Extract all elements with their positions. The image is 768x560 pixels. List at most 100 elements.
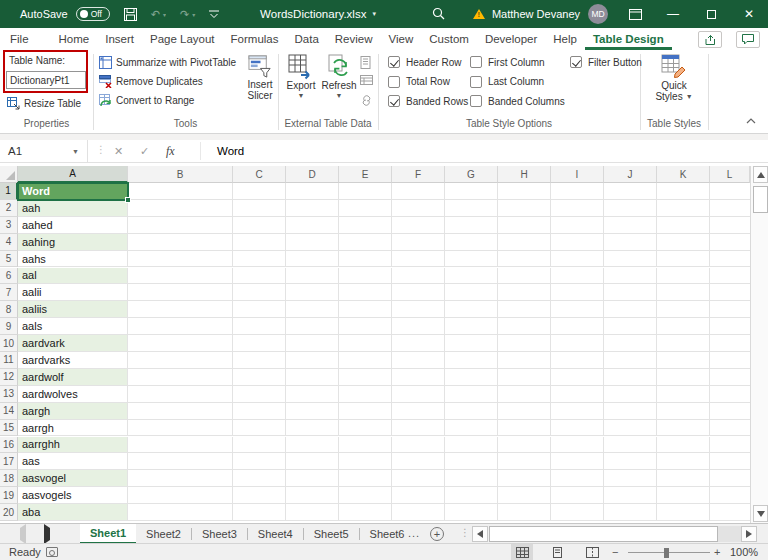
- fill-handle[interactable]: [125, 197, 131, 203]
- vertical-scrollbar-thumb[interactable]: [753, 186, 768, 213]
- tab-file[interactable]: File: [2, 28, 37, 50]
- cell-b14[interactable]: [128, 403, 233, 420]
- formula-input[interactable]: Word: [217, 140, 244, 162]
- normal-view-button[interactable]: [511, 544, 533, 560]
- row-header-4[interactable]: 4: [0, 234, 18, 251]
- cell-b1[interactable]: [128, 183, 233, 200]
- minimize-button[interactable]: —: [654, 0, 692, 28]
- cell-a18[interactable]: aasvogel: [18, 470, 128, 487]
- cell-a16[interactable]: aarrghh: [18, 437, 128, 454]
- row-header-14[interactable]: 14: [0, 403, 18, 420]
- scroll-up-button[interactable]: [753, 166, 768, 183]
- hscroll-right-button[interactable]: [741, 526, 757, 542]
- cell-b12[interactable]: [128, 369, 233, 386]
- cell-a13[interactable]: aardwolves: [18, 386, 128, 403]
- document-title[interactable]: WordsDictionary.xlsx: [260, 8, 366, 20]
- sheet-tab-sheet2[interactable]: Sheet2: [136, 524, 191, 544]
- tab-custom[interactable]: Custom: [421, 28, 477, 50]
- row-header-2[interactable]: 2: [0, 200, 18, 217]
- row-15-cells[interactable]: [233, 420, 750, 437]
- row-4-cells[interactable]: [233, 234, 750, 251]
- checkbox-banded-columns[interactable]: Banded Columns: [470, 95, 565, 107]
- column-header-g[interactable]: G: [445, 166, 498, 183]
- column-header-f[interactable]: F: [392, 166, 445, 183]
- cell-a15[interactable]: aarrgh: [18, 420, 128, 437]
- checkbox-box[interactable]: [470, 76, 482, 88]
- row-5-cells[interactable]: [233, 251, 750, 268]
- sheet-tab-sheet3[interactable]: Sheet3: [192, 524, 247, 544]
- search-icon[interactable]: [432, 7, 445, 22]
- cell-b16[interactable]: [128, 437, 233, 454]
- cell-b6[interactable]: [128, 268, 233, 285]
- undo-icon[interactable]: ↶▾: [151, 8, 166, 21]
- checkbox-box[interactable]: [388, 56, 400, 68]
- cell-b15[interactable]: [128, 420, 233, 437]
- cell-b20[interactable]: [128, 504, 233, 521]
- checkbox-filter-button[interactable]: Filter Button: [570, 56, 642, 68]
- unlink-icon[interactable]: [360, 94, 373, 109]
- row-6-cells[interactable]: [233, 268, 750, 285]
- cell-b8[interactable]: [128, 301, 233, 318]
- cell-a5[interactable]: aahs: [18, 251, 128, 268]
- column-header-b[interactable]: B: [128, 166, 233, 183]
- tab-review[interactable]: Review: [327, 28, 381, 50]
- row-11-cells[interactable]: [233, 352, 750, 369]
- column-header-a[interactable]: A: [18, 166, 128, 183]
- cell-a6[interactable]: aal: [18, 268, 128, 285]
- table-properties-icon[interactable]: [360, 56, 373, 71]
- checkbox-box[interactable]: [388, 95, 400, 107]
- cell-b19[interactable]: [128, 487, 233, 504]
- name-box[interactable]: A1 ▼: [0, 140, 88, 162]
- cell-a20[interactable]: aba: [18, 504, 128, 521]
- checkbox-banded-rows[interactable]: Banded Rows: [388, 95, 468, 107]
- horizontal-scrollbar-track[interactable]: [718, 526, 741, 542]
- row-header-5[interactable]: 5: [0, 251, 18, 268]
- convert-to-range-button[interactable]: Convert to Range: [99, 94, 194, 107]
- avatar[interactable]: MD: [588, 4, 608, 24]
- collapse-ribbon-icon[interactable]: [746, 116, 756, 126]
- column-header-i[interactable]: I: [551, 166, 604, 183]
- row-14-cells[interactable]: [233, 403, 750, 420]
- row-20-cells[interactable]: [233, 504, 750, 521]
- macro-record-icon[interactable]: [46, 547, 58, 557]
- tab-help[interactable]: Help: [545, 28, 585, 50]
- refresh-button[interactable]: Refresh ▼: [320, 54, 358, 99]
- summarize-with-pivottable-button[interactable]: Summarize with PivotTable: [99, 56, 236, 69]
- tab-page-layout[interactable]: Page Layout: [142, 28, 223, 50]
- row-header-17[interactable]: 17: [0, 453, 18, 470]
- zoom-percentage[interactable]: 100%: [730, 546, 758, 558]
- cell-a10[interactable]: aardvark: [18, 335, 128, 352]
- row-header-18[interactable]: 18: [0, 470, 18, 487]
- checkbox-box[interactable]: [388, 76, 400, 88]
- row-16-cells[interactable]: [233, 437, 750, 454]
- open-in-browser-icon[interactable]: [360, 75, 373, 90]
- row-header-11[interactable]: 11: [0, 352, 18, 369]
- row-17-cells[interactable]: [233, 453, 750, 470]
- redo-icon[interactable]: ↷▾: [180, 8, 195, 21]
- enter-icon[interactable]: ✓: [140, 140, 149, 162]
- ribbon-display-options-icon[interactable]: [616, 0, 654, 28]
- cell-a17[interactable]: aas: [18, 453, 128, 470]
- row-header-1[interactable]: 1: [0, 183, 18, 200]
- checkbox-total-row[interactable]: Total Row: [388, 76, 450, 88]
- more-sheets-indicator[interactable]: ...: [408, 527, 420, 539]
- customize-quick-access-icon[interactable]: [209, 10, 219, 19]
- cell-a14[interactable]: aargh: [18, 403, 128, 420]
- new-sheet-button[interactable]: +: [430, 527, 444, 541]
- checkbox-box[interactable]: [570, 56, 582, 68]
- cell-b18[interactable]: [128, 470, 233, 487]
- row-2-cells[interactable]: [233, 200, 750, 217]
- checkbox-header-row[interactable]: Header Row: [388, 56, 462, 68]
- horizontal-scrollbar-thumb[interactable]: [489, 526, 718, 542]
- name-box-caret-icon[interactable]: ▼: [72, 148, 79, 155]
- row-header-12[interactable]: 12: [0, 369, 18, 386]
- cell-b11[interactable]: [128, 352, 233, 369]
- cancel-icon[interactable]: ✕: [114, 140, 123, 162]
- tab-insert[interactable]: Insert: [97, 28, 142, 50]
- sheet-tab-sheet6[interactable]: Sheet6: [360, 524, 415, 544]
- row-18-cells[interactable]: [233, 470, 750, 487]
- tab-home[interactable]: Home: [51, 28, 98, 50]
- comments-button[interactable]: [736, 31, 760, 48]
- insert-slicer-button[interactable]: Insert Slicer: [240, 54, 280, 101]
- zoom-slider-thumb[interactable]: [664, 548, 669, 558]
